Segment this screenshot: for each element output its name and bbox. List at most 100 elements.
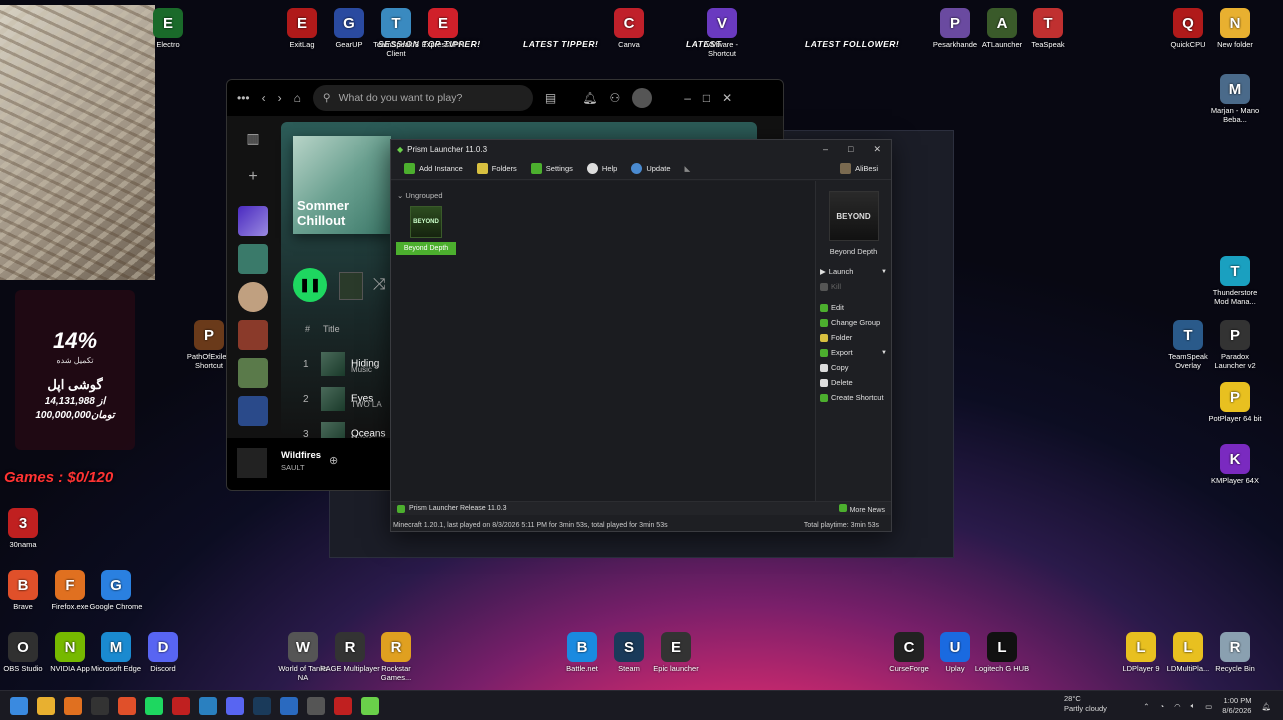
liked-songs-thumb[interactable] [238, 206, 268, 236]
close-button[interactable]: ✕ [722, 91, 732, 105]
chevron-up-icon[interactable]: ⌃ [1143, 702, 1149, 711]
desktop-icon[interactable]: 3 30nama [0, 508, 53, 549]
brave-icon[interactable] [118, 696, 136, 715]
desktop-icon[interactable]: R Rockstar Games... [366, 632, 426, 682]
spotify-icon[interactable] [145, 696, 163, 715]
group-header[interactable]: ⌄ Ungrouped [397, 191, 443, 200]
close-button[interactable]: ✕ [873, 144, 881, 155]
cat-button[interactable]: ◣ [680, 162, 696, 175]
export-button[interactable]: Export ▼ [816, 345, 891, 360]
library-icon[interactable]: ▥ [238, 130, 268, 160]
firefox-icon[interactable] [64, 696, 82, 715]
photos-icon[interactable] [199, 696, 217, 715]
desktop-icon[interactable]: P Paradox Launcher v2 [1205, 320, 1265, 370]
now-playing-art[interactable] [237, 448, 267, 478]
desktop-icon[interactable]: M Marjan - Mano Beba... [1205, 74, 1265, 124]
add-playlist-icon[interactable]: + [238, 168, 268, 198]
track-row[interactable]: 2 Eyes TWO LA [303, 387, 382, 411]
browse-icon[interactable]: ▤ [545, 91, 556, 105]
shuffle-icon[interactable]: ⤨ [373, 276, 386, 294]
vscode-icon[interactable] [280, 696, 298, 715]
desktop-icon-label: Electro [156, 40, 180, 49]
prism-icon[interactable] [361, 696, 379, 715]
more-news-button[interactable]: More News [838, 503, 885, 514]
back-arrow-icon[interactable]: ‹ [262, 91, 266, 105]
export-label: Export [831, 348, 853, 357]
desktop-icon[interactable]: P PotPlayer 64 bit [1205, 382, 1265, 423]
bell-icon[interactable]: 🔔︎ [582, 91, 597, 105]
desktop-icon[interactable]: E Electro [138, 8, 198, 49]
more-options-icon[interactable]: ••• [237, 91, 250, 105]
firefox-icon: F [55, 570, 85, 600]
overlay-latest-follower: LATEST FOLLOWER! [805, 39, 900, 49]
now-playing-artist[interactable]: SAULT [281, 463, 305, 472]
github-icon[interactable] [307, 696, 325, 715]
kill-button[interactable]: Kill [816, 279, 891, 294]
playlist-thumb[interactable] [238, 396, 268, 426]
discord-icon[interactable] [226, 696, 244, 715]
start-icon[interactable] [10, 696, 28, 715]
folder-button[interactable]: Folder [816, 330, 891, 345]
weather-widget[interactable]: 28°C Partly cloudy [1046, 694, 1107, 714]
account-button[interactable]: AliBesi [835, 161, 883, 176]
obs-icon[interactable] [334, 696, 352, 715]
network-icon[interactable]: ◔ [1160, 702, 1165, 711]
instance-item[interactable]: BEYOND Beyond Depth [396, 206, 456, 255]
selected-instance-icon[interactable]: BEYOND [828, 191, 879, 241]
desktop-icon[interactable]: T TeaSpeak [1018, 8, 1078, 49]
prism-launcher-window[interactable]: ◆ Prism Launcher 11.0.3 – □ ✕ Add Instan… [390, 139, 892, 532]
spotify-search-input[interactable]: ⚲ What do you want to play? [312, 85, 533, 111]
settings-button[interactable]: Settings [526, 161, 578, 176]
media-icon[interactable] [172, 696, 190, 715]
file-explorer-icon[interactable] [37, 696, 55, 715]
copy-button[interactable]: Copy [816, 360, 891, 375]
create-shortcut-button[interactable]: Create Shortcut [816, 390, 891, 405]
update-button[interactable]: Update [626, 161, 675, 176]
desktop-icon[interactable]: L Logitech G HUB [972, 632, 1032, 673]
desktop-icon[interactable]: E ExpressVPN [413, 8, 473, 49]
folders-button[interactable]: Folders [472, 161, 522, 176]
terminal-icon[interactable] [91, 696, 109, 715]
playlist-thumb[interactable] [238, 358, 268, 388]
maximize-button[interactable]: □ [703, 91, 710, 105]
wifi-icon[interactable]: ◠ [1174, 702, 1181, 711]
account-label: AliBesi [855, 164, 878, 173]
home-icon[interactable]: ⌂ [294, 91, 301, 105]
clock[interactable]: 1:00 PM 8/6/2026 [1222, 696, 1251, 716]
playlist-mini-cover[interactable] [339, 272, 363, 300]
change-group-button[interactable]: Change Group [816, 315, 891, 330]
track-row[interactable]: 1 Hiding Music [303, 352, 379, 376]
battery-icon[interactable]: ▭ [1205, 702, 1212, 711]
add-instance-button[interactable]: Add Instance [399, 161, 468, 176]
add-to-library-icon[interactable]: ⊕ [329, 454, 338, 467]
now-playing-title[interactable]: Wildfires [281, 450, 321, 461]
notifications-icon[interactable]: 🔔︎ [1261, 702, 1271, 711]
friends-icon[interactable]: ⚇ [609, 91, 620, 105]
help-button[interactable]: Help [582, 161, 622, 176]
desktop-icon[interactable]: N New folder [1205, 8, 1265, 49]
desktop-icon[interactable]: V VMware - Shortcut [692, 8, 752, 58]
maximize-button[interactable]: □ [848, 144, 853, 155]
minimize-button[interactable]: – [684, 91, 691, 105]
pause-button[interactable]: ❚❚ [293, 268, 327, 302]
forward-arrow-icon[interactable]: › [278, 91, 282, 105]
desktop-icon[interactable]: D Discord [133, 632, 193, 673]
desktop-icon[interactable]: T Thunderstore Mod Mana... [1205, 256, 1265, 306]
launch-button[interactable]: ▶ Launch ▼ [816, 264, 891, 279]
desktop-icon[interactable]: R Recycle Bin [1205, 632, 1265, 673]
playlist-thumb[interactable] [238, 320, 268, 350]
desktop-icon[interactable]: C Canva [599, 8, 659, 49]
steam-icon[interactable] [253, 696, 271, 715]
desktop-icon[interactable]: G Google Chrome [86, 570, 146, 611]
delete-button[interactable]: Delete [816, 375, 891, 390]
playlist-thumb[interactable] [238, 244, 268, 274]
avatar[interactable] [632, 88, 653, 108]
volume-icon[interactable]: 🔈︎ [1191, 701, 1196, 711]
edit-button[interactable]: Edit [816, 300, 891, 315]
news-item[interactable]: Prism Launcher Release 11.0.3 [409, 505, 507, 512]
minimize-button[interactable]: – [823, 144, 828, 155]
artist-thumb[interactable] [238, 282, 268, 312]
desktop-icon[interactable]: E Epic launcher [646, 632, 706, 673]
desktop-icon[interactable]: K KMPlayer 64X [1205, 444, 1265, 485]
update-label: Update [646, 164, 671, 173]
